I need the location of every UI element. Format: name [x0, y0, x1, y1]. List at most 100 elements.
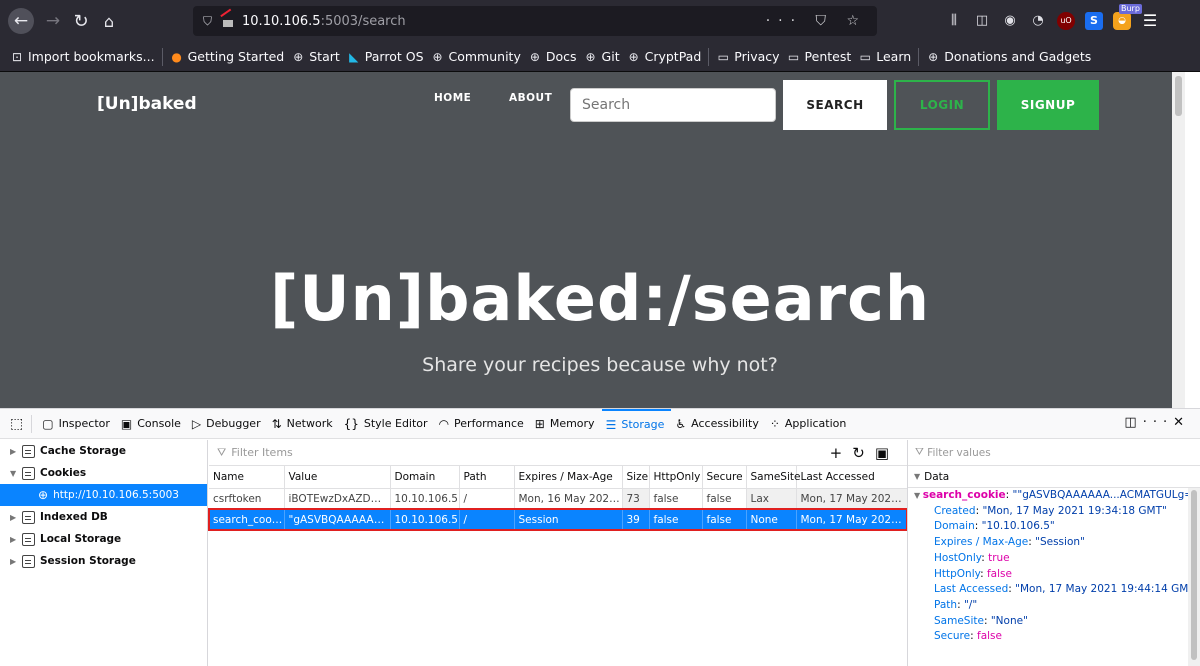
tab-storage[interactable]: ☰ Storage — [601, 408, 672, 439]
column-header[interactable]: SameSite — [746, 466, 800, 489]
detail-row[interactable]: HttpOnly: false — [908, 567, 1200, 583]
tab-console[interactable]: ▣ Console — [117, 409, 188, 439]
bookmark-start[interactable]: ⊕ Start — [291, 49, 340, 64]
globe-icon: ⊕ — [628, 49, 639, 64]
page-scrollbar[interactable] — [1172, 72, 1185, 408]
account-icon[interactable]: ◉ — [1001, 12, 1019, 30]
sidebar-icon[interactable]: ◫ — [973, 12, 991, 30]
cell-domain: 10.10.106.5 — [390, 509, 460, 530]
cookie-extension-icon[interactable]: ◔ — [1029, 12, 1047, 30]
detail-row[interactable]: SameSite: "None" — [908, 614, 1200, 630]
nav-about-link[interactable]: ABOUT — [509, 92, 552, 104]
bookmark-folder-privacy[interactable]: ▭ Privacy — [716, 49, 780, 64]
tab-performance[interactable]: ◠ Performance — [435, 409, 531, 439]
expand-arrow-icon[interactable]: ▶ — [10, 557, 22, 566]
bookmark-folder-pentest[interactable]: ▭ Pentest — [787, 49, 851, 64]
collapse-arrow-icon[interactable]: ▼ — [10, 469, 22, 478]
bookmark-import[interactable]: ⊡ Import bookmarks... — [10, 49, 155, 64]
column-header[interactable]: Secure — [702, 466, 747, 489]
bookmark-docs[interactable]: ⊕ Docs — [528, 49, 577, 64]
tree-cookie-host[interactable]: ⊕ http://10.10.106.5:5003 — [0, 484, 207, 506]
expand-arrow-icon[interactable]: ▶ — [10, 535, 22, 544]
page-actions[interactable]: ··· ⛉ ☆ — [766, 13, 867, 29]
tab-debugger[interactable]: ▷ Debugger — [188, 409, 268, 439]
detail-row[interactable]: Secure: false — [908, 629, 1200, 645]
tracking-shield-icon[interactable]: ⛉ — [203, 14, 212, 29]
login-button[interactable]: LOGIN — [894, 80, 990, 130]
tab-application[interactable]: ⁘ Application — [766, 409, 854, 439]
home-button[interactable]: ⌂ — [96, 8, 122, 34]
devtools-window-controls[interactable]: ◫···✕ — [1124, 415, 1190, 430]
forward-button[interactable]: → — [40, 8, 66, 34]
dock-icon[interactable]: ◫ — [1124, 415, 1142, 430]
column-header[interactable]: Last Accessed — [796, 466, 908, 489]
refresh-icon[interactable]: ↻ — [852, 444, 875, 462]
bookmark-donations[interactable]: ⊕ Donations and Gadgets — [926, 49, 1091, 64]
tree-local-storage[interactable]: ▶ Local Storage — [0, 528, 207, 550]
nav-home-link[interactable]: HOME — [434, 92, 471, 104]
insecure-lock-icon[interactable] — [222, 15, 234, 27]
performance-icon: ◠ — [438, 416, 450, 431]
column-header[interactable]: Domain — [390, 466, 460, 489]
detail-row[interactable]: Created: "Mon, 17 May 2021 19:34:18 GMT" — [908, 504, 1200, 520]
search-button[interactable]: SEARCH — [783, 80, 887, 130]
data-section-header[interactable]: ▼ Data — [908, 466, 1200, 488]
column-header[interactable]: Value — [284, 466, 391, 489]
bookmark-getting-started[interactable]: ● Getting Started — [170, 49, 284, 64]
bookmark-folder-learn[interactable]: ▭ Learn — [858, 49, 912, 64]
ublock-icon[interactable]: uO — [1057, 12, 1075, 30]
bookmark-git[interactable]: ⊕ Git — [584, 49, 620, 64]
bookmark-community[interactable]: ⊕ Community — [431, 49, 520, 64]
close-icon[interactable]: ✕ — [1173, 415, 1190, 430]
tree-session-storage[interactable]: ▶ Session Storage — [0, 550, 207, 572]
scrollbar-thumb[interactable] — [1191, 490, 1197, 660]
search-input[interactable] — [570, 88, 776, 122]
burp-icon[interactable]: Burp ◒ — [1113, 4, 1142, 30]
tree-indexed-db[interactable]: ▶ Indexed DB — [0, 506, 207, 528]
add-item-icon[interactable]: + — [830, 444, 853, 462]
url-bar[interactable]: ⛉ 10.10.106.5:5003/search ··· ⛉ ☆ — [193, 6, 877, 36]
scrollbar-thumb[interactable] — [1175, 76, 1182, 116]
bookmark-parrot-os[interactable]: ◣ Parrot OS — [347, 49, 423, 64]
library-icon[interactable]: ⫼ — [945, 12, 963, 30]
storage-tree: ▶ Cache Storage ▼ Cookies ⊕ http://10.10.10… — [0, 440, 208, 666]
tree-cookies[interactable]: ▼ Cookies — [0, 462, 207, 484]
site-logo[interactable]: [Un]baked — [97, 94, 197, 114]
tab-accessibility[interactable]: ♿ Accessibility — [671, 409, 765, 439]
element-picker-icon[interactable]: ⬚ — [10, 416, 23, 432]
s-extension-icon[interactable]: S — [1085, 12, 1103, 30]
bookmark-cryptpad[interactable]: ⊕ CryptPad — [627, 49, 702, 64]
detail-row[interactable]: Path: "/" — [908, 598, 1200, 614]
column-header[interactable]: HttpOnly — [649, 466, 703, 489]
detail-row[interactable]: Domain: "10.10.106.5" — [908, 519, 1200, 535]
column-header[interactable]: Path — [459, 466, 515, 489]
column-header[interactable]: Size — [622, 466, 650, 489]
tab-label: Inspector — [58, 417, 110, 430]
detail-row[interactable]: Expires / Max-Age: "Session" — [908, 535, 1200, 551]
tab-style-editor[interactable]: {} Style Editor — [340, 409, 435, 439]
signup-button[interactable]: SIGNUP — [997, 80, 1099, 130]
expand-arrow-icon[interactable]: ▶ — [10, 513, 22, 522]
back-button[interactable]: ← — [8, 8, 34, 34]
tab-memory[interactable]: ⊞ Memory — [531, 409, 602, 439]
tab-inspector[interactable]: ▢ Inspector — [38, 409, 117, 439]
tree-cache-storage[interactable]: ▶ Cache Storage — [0, 440, 207, 462]
tab-network[interactable]: ⇅ Network — [268, 409, 340, 439]
column-header[interactable]: Name — [209, 466, 285, 489]
toggle-sidebar-icon[interactable]: ▣ — [875, 444, 899, 462]
column-header[interactable]: Expires / Max-Age — [514, 466, 623, 489]
more-options-icon[interactable]: ··· — [1143, 415, 1173, 430]
detail-row[interactable]: Last Accessed: "Mon, 17 May 2021 19:44:1… — [908, 582, 1200, 598]
table-row[interactable]: csrftoken iBOTEwzDxAZDM... 10.10.106.5 /… — [209, 488, 908, 509]
url-text[interactable]: 10.10.106.5:5003/search — [242, 14, 406, 29]
hamburger-menu-icon[interactable]: ☰ — [1141, 12, 1159, 30]
detail-row[interactable]: HostOnly: true — [908, 551, 1200, 567]
filter-values-input[interactable]: ⛛ Filter values — [908, 440, 1200, 466]
detail-root[interactable]: ▼ search_cookie: ""gASVBQAAAAAA...ACMATG… — [908, 488, 1200, 504]
filter-items-input[interactable]: ⛛ Filter Items — [209, 440, 907, 466]
expand-arrow-icon[interactable]: ▶ — [10, 447, 22, 456]
details-scrollbar[interactable] — [1188, 488, 1200, 666]
folder-icon: ▭ — [787, 49, 800, 64]
reload-button[interactable]: ↻ — [68, 8, 94, 34]
table-row-selected[interactable]: search_cookie "gASVBQAAAAAA... 10.10.106… — [208, 508, 908, 531]
